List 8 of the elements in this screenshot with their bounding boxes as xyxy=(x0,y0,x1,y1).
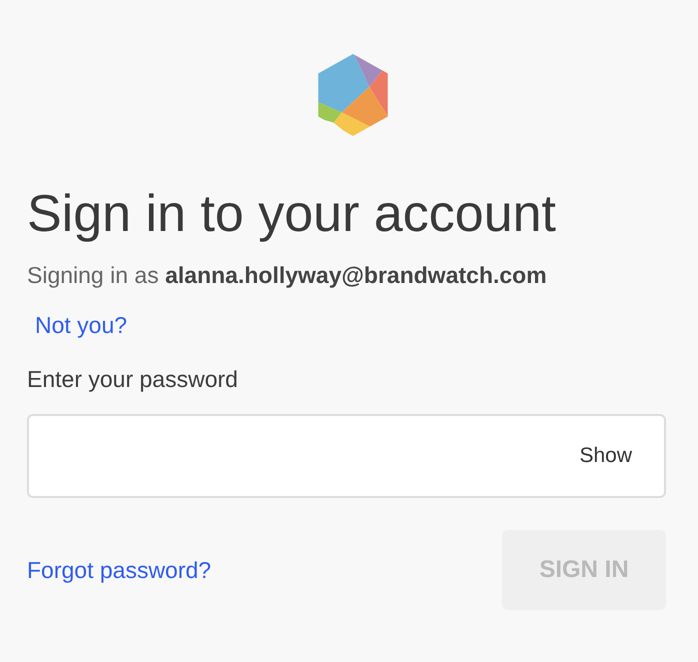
password-field[interactable]: Show xyxy=(27,414,666,498)
password-label: Enter your password xyxy=(27,365,238,394)
page-heading: Sign in to your account xyxy=(27,184,556,245)
not-you-link[interactable]: Not you? xyxy=(35,310,128,340)
forgot-password-link[interactable]: Forgot password? xyxy=(27,555,212,585)
signing-in-text: Signing in as alanna.hollyway@brandwatch.com xyxy=(27,261,547,290)
show-password-button[interactable]: Show xyxy=(579,444,632,468)
hexagon-logo-icon xyxy=(317,54,389,136)
